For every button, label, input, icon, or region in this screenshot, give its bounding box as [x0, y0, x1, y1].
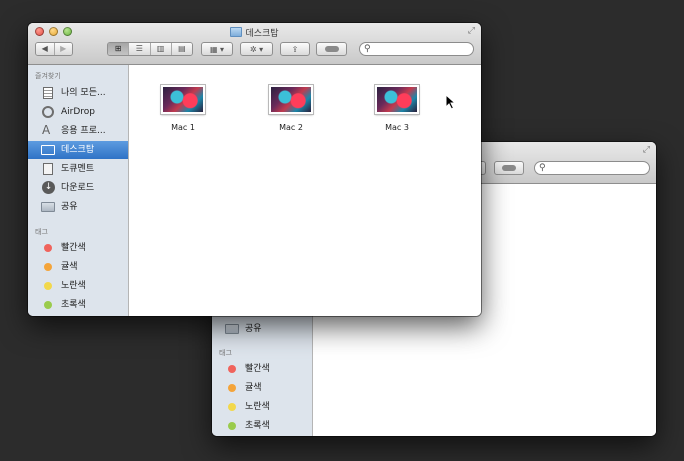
- search-icon: ⚲: [539, 163, 546, 173]
- sidebar-item-label: 공유: [245, 324, 262, 334]
- tag-label: 빨간색: [61, 243, 86, 253]
- image-thumbnail: [375, 85, 419, 114]
- sidebar-item-label: 도큐멘트: [61, 164, 95, 174]
- back-search-field[interactable]: ⚲: [534, 161, 650, 175]
- view-mode-control: ⊞ ☰ ▥ ▤: [107, 42, 193, 56]
- window-title: 데스크탑: [28, 26, 481, 39]
- tag-color-dot: [228, 384, 236, 392]
- tag-label: 빨간색: [245, 364, 270, 374]
- tag-color-dot: [228, 365, 236, 373]
- back-button[interactable]: ◀: [36, 43, 55, 55]
- shared-folder-icon: [41, 202, 55, 212]
- icon-view-button[interactable]: ⊞: [108, 43, 130, 55]
- tag-color-dot: [44, 282, 52, 290]
- tag-item-orange[interactable]: 귤색: [28, 258, 128, 276]
- share-button[interactable]: ⇪: [280, 42, 310, 56]
- tag-item-red[interactable]: 빨간색: [212, 360, 312, 378]
- sidebar-item-shared[interactable]: 공유: [28, 198, 128, 216]
- content-area[interactable]: Mac 1 Mac 2 Mac 3: [129, 65, 481, 316]
- file-name: Mac 2: [279, 123, 303, 132]
- gear-icon: ✲ ▾: [249, 45, 264, 54]
- fullscreen-icon[interactable]: ⤢: [468, 26, 475, 36]
- sidebar-item-label: 응용 프로...: [61, 126, 106, 136]
- sidebar-item-desktop[interactable]: 데스크탑: [28, 141, 128, 159]
- arrange-button[interactable]: ▦ ▾: [201, 42, 233, 56]
- front-toolbar: 데스크탑 ⤢ ◀ ▶ ⊞ ☰ ▥ ▤ ▦ ▾ ✲ ▾ ⇪ ⚲: [28, 23, 481, 65]
- coverflow-view-button[interactable]: ▤: [171, 43, 192, 55]
- sidebar-item-documents[interactable]: 도큐멘트: [28, 160, 128, 178]
- tag-color-dot: [44, 244, 52, 252]
- folder-icon: [230, 27, 243, 37]
- forward-button[interactable]: ▶: [54, 43, 72, 55]
- tag-item-yellow[interactable]: 노란색: [28, 277, 128, 295]
- tag-color-dot: [228, 422, 236, 430]
- share-icon: ⇪: [291, 45, 299, 54]
- tag-pill-icon: [324, 46, 339, 52]
- sidebar-item-label: 나의 모든...: [61, 88, 106, 98]
- sidebar-item-label: 데스크탑: [61, 145, 95, 155]
- tags-header: 태그: [219, 349, 232, 357]
- sidebar-item-all-my-files[interactable]: 나의 모든...: [28, 84, 128, 102]
- back-forward-control: ◀ ▶: [35, 42, 73, 56]
- file-item[interactable]: Mac 3: [362, 85, 432, 132]
- tag-label: 귤색: [245, 383, 262, 393]
- finder-window-front: 데스크탑 ⤢ ◀ ▶ ⊞ ☰ ▥ ▤ ▦ ▾ ✲ ▾ ⇪ ⚲ 즐겨찾기 나의 모…: [28, 23, 481, 316]
- sidebar-item-airdrop[interactable]: AirDrop: [28, 103, 128, 121]
- sidebar-item-label: AirDrop: [61, 107, 96, 117]
- image-thumbnail: [269, 85, 313, 114]
- search-field[interactable]: ⚲: [359, 42, 474, 56]
- favorites-header: 즐겨찾기: [35, 72, 61, 80]
- tag-label: 초록색: [61, 300, 86, 310]
- tag-color-dot: [44, 263, 52, 271]
- mouse-pointer-icon: [445, 94, 457, 110]
- sidebar-item-label: 다운로드: [61, 183, 95, 193]
- tag-label: 노란색: [245, 402, 270, 412]
- list-view-button[interactable]: ☰: [129, 43, 151, 55]
- airdrop-icon: [42, 106, 54, 118]
- sidebar-item-downloads[interactable]: ↓ 다운로드: [28, 179, 128, 197]
- tag-item-green[interactable]: 초록색: [212, 417, 312, 435]
- desktop-icon: [41, 145, 55, 155]
- downloads-icon: ↓: [42, 181, 55, 194]
- sidebar-item-applications[interactable]: A 응용 프로...: [28, 122, 128, 140]
- sidebar-item-shared[interactable]: 공유: [212, 320, 312, 338]
- tag-item-yellow[interactable]: 노란색: [212, 398, 312, 416]
- tag-item-green[interactable]: 초록색: [28, 296, 128, 314]
- shared-folder-icon: [225, 324, 239, 334]
- file-item[interactable]: Mac 1: [148, 85, 218, 132]
- column-view-button[interactable]: ▥: [150, 43, 172, 55]
- tag-item-orange[interactable]: 귤색: [212, 379, 312, 397]
- window-title-label: 데스크탑: [245, 29, 279, 39]
- file-name: Mac 3: [385, 123, 409, 132]
- tag-color-dot: [44, 301, 52, 309]
- file-item[interactable]: Mac 2: [256, 85, 326, 132]
- tag-label: 초록색: [245, 421, 270, 431]
- search-icon: ⚲: [364, 44, 371, 54]
- tag-item-red[interactable]: 빨간색: [28, 239, 128, 257]
- image-thumbnail: [161, 85, 205, 114]
- file-name: Mac 1: [171, 123, 195, 132]
- tag-pill-icon: [502, 165, 516, 171]
- arrange-icon: ▦ ▾: [209, 45, 225, 54]
- tag-label: 귤색: [61, 262, 78, 272]
- all-files-icon: [43, 87, 53, 99]
- documents-icon: [43, 163, 53, 175]
- back-tags-button[interactable]: [494, 161, 524, 175]
- fullscreen-icon[interactable]: ⤢: [643, 145, 650, 155]
- tag-label: 노란색: [61, 281, 86, 291]
- tags-header: 태그: [35, 228, 48, 236]
- action-button[interactable]: ✲ ▾: [240, 42, 273, 56]
- tag-color-dot: [228, 403, 236, 411]
- tags-button[interactable]: [316, 42, 347, 56]
- sidebar: 즐겨찾기 나의 모든... AirDrop A 응용 프로... 데스크탑 도큐…: [28, 65, 129, 316]
- applications-icon: A: [42, 123, 51, 137]
- sidebar-item-label: 공유: [61, 202, 78, 212]
